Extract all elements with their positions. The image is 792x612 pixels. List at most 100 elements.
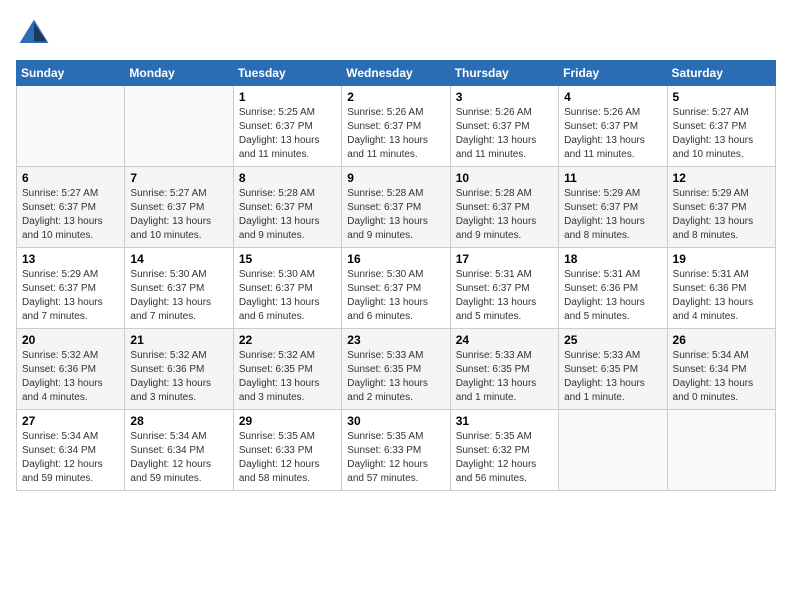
- day-info: Sunrise: 5:27 AM Sunset: 6:37 PM Dayligh…: [22, 187, 119, 243]
- day-number: 23: [347, 333, 444, 347]
- calendar-cell: 4 Sunrise: 5:26 AM Sunset: 6:37 PM Daylig…: [559, 86, 667, 167]
- calendar-cell: 22 Sunrise: 5:32 AM Sunset: 6:35 PM Dayli…: [233, 329, 341, 410]
- calendar-cell: 12 Sunrise: 5:29 AM Sunset: 6:37 PM Dayli…: [667, 167, 775, 248]
- day-info: Sunrise: 5:26 AM Sunset: 6:37 PM Dayligh…: [456, 106, 553, 162]
- day-number: 8: [239, 171, 336, 185]
- calendar-cell: 17 Sunrise: 5:31 AM Sunset: 6:37 PM Dayli…: [450, 248, 558, 329]
- day-info: Sunrise: 5:35 AM Sunset: 6:33 PM Dayligh…: [347, 430, 444, 486]
- page-header: [16, 16, 776, 52]
- day-number: 17: [456, 252, 553, 266]
- calendar-cell: 1Sunrise: 5:25 AM Sunset: 6:37 PM Daylig…: [233, 86, 341, 167]
- day-info: Sunrise: 5:30 AM Sunset: 6:37 PM Dayligh…: [130, 268, 227, 324]
- day-number: 31: [456, 414, 553, 428]
- calendar-body: 1Sunrise: 5:25 AM Sunset: 6:37 PM Daylig…: [17, 86, 776, 491]
- day-info: Sunrise: 5:28 AM Sunset: 6:37 PM Dayligh…: [347, 187, 444, 243]
- day-info: Sunrise: 5:31 AM Sunset: 6:37 PM Dayligh…: [456, 268, 553, 324]
- calendar-cell: 6 Sunrise: 5:27 AM Sunset: 6:37 PM Daylig…: [17, 167, 125, 248]
- calendar-cell: [17, 86, 125, 167]
- calendar-cell: 9 Sunrise: 5:28 AM Sunset: 6:37 PM Daylig…: [342, 167, 450, 248]
- calendar-cell: 19 Sunrise: 5:31 AM Sunset: 6:36 PM Dayli…: [667, 248, 775, 329]
- day-number: 3: [456, 90, 553, 104]
- calendar-cell: 15 Sunrise: 5:30 AM Sunset: 6:37 PM Dayli…: [233, 248, 341, 329]
- day-info: Sunrise: 5:28 AM Sunset: 6:37 PM Dayligh…: [456, 187, 553, 243]
- day-number: 18: [564, 252, 661, 266]
- day-info: Sunrise: 5:31 AM Sunset: 6:36 PM Dayligh…: [673, 268, 770, 324]
- calendar-cell: 27 Sunrise: 5:34 AM Sunset: 6:34 PM Dayli…: [17, 410, 125, 491]
- calendar-cell: 10 Sunrise: 5:28 AM Sunset: 6:37 PM Dayli…: [450, 167, 558, 248]
- calendar-week-row: 27 Sunrise: 5:34 AM Sunset: 6:34 PM Dayli…: [17, 410, 776, 491]
- day-info: Sunrise: 5:32 AM Sunset: 6:36 PM Dayligh…: [22, 349, 119, 405]
- day-number: 2: [347, 90, 444, 104]
- day-info: Sunrise: 5:32 AM Sunset: 6:35 PM Dayligh…: [239, 349, 336, 405]
- calendar-header-row: SundayMondayTuesdayWednesdayThursdayFrid…: [17, 61, 776, 86]
- day-number: 22: [239, 333, 336, 347]
- calendar-cell: 14 Sunrise: 5:30 AM Sunset: 6:37 PM Dayli…: [125, 248, 233, 329]
- day-number: 12: [673, 171, 770, 185]
- day-number: 16: [347, 252, 444, 266]
- calendar-cell: [125, 86, 233, 167]
- day-info: Sunrise: 5:33 AM Sunset: 6:35 PM Dayligh…: [456, 349, 553, 405]
- day-info: Sunrise: 5:26 AM Sunset: 6:37 PM Dayligh…: [347, 106, 444, 162]
- day-number: 15: [239, 252, 336, 266]
- logo: [16, 16, 56, 52]
- day-info: Sunrise: 5:33 AM Sunset: 6:35 PM Dayligh…: [347, 349, 444, 405]
- calendar-day-header: Thursday: [450, 61, 558, 86]
- day-info: Sunrise: 5:33 AM Sunset: 6:35 PM Dayligh…: [564, 349, 661, 405]
- day-number: 13: [22, 252, 119, 266]
- calendar-week-row: 20 Sunrise: 5:32 AM Sunset: 6:36 PM Dayli…: [17, 329, 776, 410]
- day-number: 5: [673, 90, 770, 104]
- day-number: 6: [22, 171, 119, 185]
- day-info: Sunrise: 5:30 AM Sunset: 6:37 PM Dayligh…: [347, 268, 444, 324]
- day-info: Sunrise: 5:29 AM Sunset: 6:37 PM Dayligh…: [673, 187, 770, 243]
- calendar-cell: 3 Sunrise: 5:26 AM Sunset: 6:37 PM Daylig…: [450, 86, 558, 167]
- day-info: Sunrise: 5:29 AM Sunset: 6:37 PM Dayligh…: [564, 187, 661, 243]
- day-info: Sunrise: 5:30 AM Sunset: 6:37 PM Dayligh…: [239, 268, 336, 324]
- day-info: Sunrise: 5:32 AM Sunset: 6:36 PM Dayligh…: [130, 349, 227, 405]
- day-number: 21: [130, 333, 227, 347]
- calendar-cell: 23 Sunrise: 5:33 AM Sunset: 6:35 PM Dayli…: [342, 329, 450, 410]
- calendar-cell: 24Sunrise: 5:33 AM Sunset: 6:35 PM Dayli…: [450, 329, 558, 410]
- calendar-day-header: Wednesday: [342, 61, 450, 86]
- day-info: Sunrise: 5:29 AM Sunset: 6:37 PM Dayligh…: [22, 268, 119, 324]
- calendar-cell: 8Sunrise: 5:28 AM Sunset: 6:37 PM Daylig…: [233, 167, 341, 248]
- day-info: Sunrise: 5:34 AM Sunset: 6:34 PM Dayligh…: [22, 430, 119, 486]
- calendar-cell: 30Sunrise: 5:35 AM Sunset: 6:33 PM Dayli…: [342, 410, 450, 491]
- calendar-cell: 7 Sunrise: 5:27 AM Sunset: 6:37 PM Daylig…: [125, 167, 233, 248]
- day-number: 20: [22, 333, 119, 347]
- day-info: Sunrise: 5:35 AM Sunset: 6:32 PM Dayligh…: [456, 430, 553, 486]
- day-info: Sunrise: 5:27 AM Sunset: 6:37 PM Dayligh…: [673, 106, 770, 162]
- calendar-day-header: Saturday: [667, 61, 775, 86]
- calendar-cell: 16 Sunrise: 5:30 AM Sunset: 6:37 PM Dayli…: [342, 248, 450, 329]
- day-number: 9: [347, 171, 444, 185]
- calendar-cell: 29Sunrise: 5:35 AM Sunset: 6:33 PM Dayli…: [233, 410, 341, 491]
- day-info: Sunrise: 5:31 AM Sunset: 6:36 PM Dayligh…: [564, 268, 661, 324]
- calendar-cell: 31 Sunrise: 5:35 AM Sunset: 6:32 PM Dayli…: [450, 410, 558, 491]
- day-number: 7: [130, 171, 227, 185]
- calendar-cell: [667, 410, 775, 491]
- calendar-cell: 13 Sunrise: 5:29 AM Sunset: 6:37 PM Dayli…: [17, 248, 125, 329]
- calendar-table: SundayMondayTuesdayWednesdayThursdayFrid…: [16, 60, 776, 491]
- day-number: 10: [456, 171, 553, 185]
- day-number: 27: [22, 414, 119, 428]
- day-info: Sunrise: 5:35 AM Sunset: 6:33 PM Dayligh…: [239, 430, 336, 486]
- day-info: Sunrise: 5:27 AM Sunset: 6:37 PM Dayligh…: [130, 187, 227, 243]
- calendar-day-header: Monday: [125, 61, 233, 86]
- calendar-week-row: 6 Sunrise: 5:27 AM Sunset: 6:37 PM Daylig…: [17, 167, 776, 248]
- calendar-cell: 5 Sunrise: 5:27 AM Sunset: 6:37 PM Daylig…: [667, 86, 775, 167]
- calendar-cell: [559, 410, 667, 491]
- day-number: 4: [564, 90, 661, 104]
- day-number: 26: [673, 333, 770, 347]
- calendar-cell: 20 Sunrise: 5:32 AM Sunset: 6:36 PM Dayli…: [17, 329, 125, 410]
- calendar-day-header: Friday: [559, 61, 667, 86]
- day-info: Sunrise: 5:34 AM Sunset: 6:34 PM Dayligh…: [130, 430, 227, 486]
- day-number: 19: [673, 252, 770, 266]
- calendar-cell: 18 Sunrise: 5:31 AM Sunset: 6:36 PM Dayli…: [559, 248, 667, 329]
- day-number: 14: [130, 252, 227, 266]
- day-number: 11: [564, 171, 661, 185]
- day-number: 25: [564, 333, 661, 347]
- day-info: Sunrise: 5:26 AM Sunset: 6:37 PM Dayligh…: [564, 106, 661, 162]
- day-info: Sunrise: 5:34 AM Sunset: 6:34 PM Dayligh…: [673, 349, 770, 405]
- calendar-cell: 21 Sunrise: 5:32 AM Sunset: 6:36 PM Dayli…: [125, 329, 233, 410]
- calendar-cell: 2 Sunrise: 5:26 AM Sunset: 6:37 PM Daylig…: [342, 86, 450, 167]
- calendar-week-row: 13 Sunrise: 5:29 AM Sunset: 6:37 PM Dayli…: [17, 248, 776, 329]
